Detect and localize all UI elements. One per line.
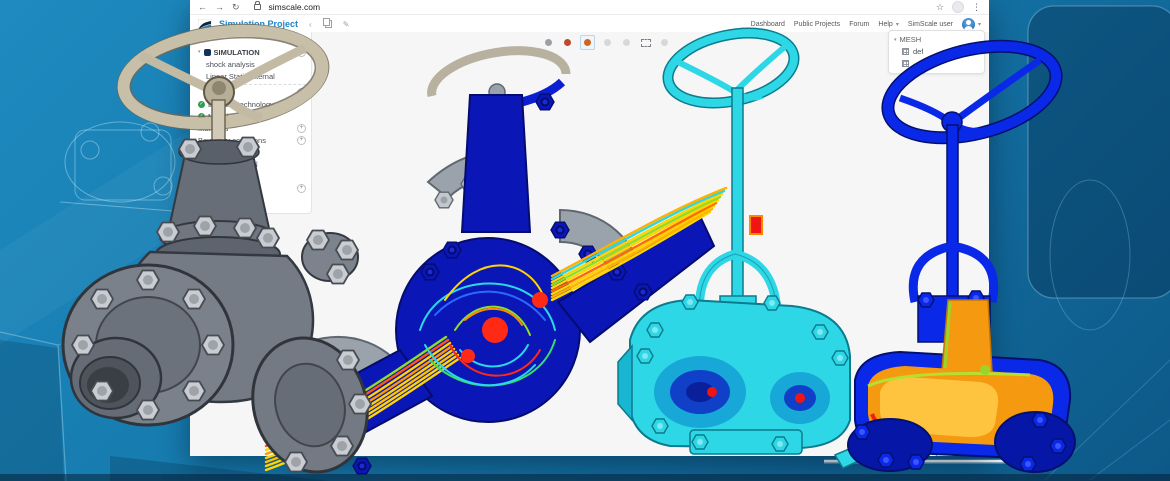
nav-dashboard[interactable]: Dashboard xyxy=(751,21,785,28)
forward-icon[interactable]: → xyxy=(215,0,224,14)
tree-item-numerics[interactable]: Numerics xyxy=(190,146,311,158)
browser-menu-icon[interactable]: ⋮ xyxy=(972,0,981,14)
refresh-icon[interactable]: ↻ xyxy=(232,0,240,14)
add-icon[interactable]: + xyxy=(297,136,306,145)
mesh-panel-header[interactable]: ▾ MESH xyxy=(894,34,979,45)
url-text[interactable]: simscale.com xyxy=(269,2,320,12)
browser-window: ← → ↻ simscale.com ☆ ⋮ Simulation Projec… xyxy=(190,0,989,456)
tool-faded-icon[interactable] xyxy=(601,36,614,49)
browser-profile-avatar[interactable] xyxy=(952,1,964,13)
add-icon[interactable]: + xyxy=(297,184,306,193)
nav-username: SimScale user xyxy=(908,21,953,28)
tree-item[interactable]: Simulation xyxy=(190,194,311,206)
tree-item-simulation[interactable]: ▾ SIMULATION + xyxy=(190,46,311,58)
share-icon[interactable]: ‹ xyxy=(309,20,312,29)
tree-item[interactable]: Linear Static ... xyxy=(190,206,311,218)
add-icon[interactable]: + xyxy=(297,36,306,45)
tool-faded-icon[interactable] xyxy=(658,36,671,49)
lock-icon xyxy=(254,4,261,10)
simscale-logo xyxy=(198,19,212,30)
add-icon[interactable]: + xyxy=(297,124,306,133)
add-icon[interactable]: + xyxy=(297,48,306,57)
tree-item-element-technology[interactable]: ✓ Element technology xyxy=(190,98,311,110)
check-icon: ✓ xyxy=(198,101,205,108)
mesh-item[interactable] xyxy=(894,57,979,69)
tree-item-boundary-conditions[interactable]: Boundary conditions + xyxy=(190,134,311,146)
tree-item-materials[interactable]: Materials + xyxy=(190,122,311,134)
tree-item[interactable]: + xyxy=(190,84,311,98)
tree-item[interactable]: Linear Static Internal xyxy=(190,70,311,82)
tree-item-simulation-control[interactable]: Simulation control xyxy=(190,158,311,170)
mesh-grid-icon xyxy=(902,48,909,55)
chevron-down-icon[interactable]: ▾ xyxy=(198,49,201,55)
tool-faded-icon[interactable] xyxy=(620,36,633,49)
browser-chrome: ← → ↻ simscale.com ☆ ⋮ xyxy=(190,0,989,15)
mesh-item[interactable]: def xyxy=(894,45,979,57)
nav-public-projects[interactable]: Public Projects xyxy=(794,21,840,28)
simulation-tree-panel: + ▾ SIMULATION + shock analysis Linear S… xyxy=(190,32,312,214)
simulation-icon xyxy=(204,49,211,56)
tree-item[interactable]: shock analysis xyxy=(190,58,311,70)
back-icon[interactable]: ← xyxy=(198,0,207,14)
viewport-toolbar xyxy=(542,35,671,50)
chevron-down-icon[interactable]: ▾ xyxy=(978,21,981,28)
sphere-red-icon[interactable] xyxy=(561,36,574,49)
check-icon: ✓ xyxy=(198,113,205,120)
tree-item[interactable]: + xyxy=(190,34,311,46)
box-select-icon[interactable] xyxy=(639,36,652,49)
tree-item-result-control[interactable]: Result control xyxy=(190,170,311,182)
bookmark-star-icon[interactable]: ☆ xyxy=(936,0,944,14)
tree-item-simulation-runs[interactable]: Simulation Runs + xyxy=(190,182,311,194)
copy-icon[interactable] xyxy=(325,20,332,28)
mesh-grid-icon xyxy=(902,60,909,67)
app-nav: Dashboard Public Projects Forum Help ▾ S… xyxy=(751,18,981,31)
edit-icon[interactable]: ✎ xyxy=(343,20,350,29)
tree-item-model[interactable]: ✓ Model xyxy=(190,110,311,122)
underline-bar xyxy=(824,460,1042,462)
chevron-down-icon[interactable]: ▾ xyxy=(894,37,897,43)
nav-help[interactable]: Help xyxy=(878,21,892,28)
mesh-panel: ▾ MESH def xyxy=(888,30,985,74)
sphere-orange-icon-selected[interactable] xyxy=(580,35,595,50)
add-icon[interactable]: + xyxy=(297,88,306,97)
nav-forum[interactable]: Forum xyxy=(849,21,869,28)
chevron-down-icon: ▾ xyxy=(896,21,899,28)
project-title: Simulation Project xyxy=(219,19,298,29)
user-avatar[interactable] xyxy=(962,18,975,31)
mesh-clip-icon[interactable] xyxy=(542,36,555,49)
